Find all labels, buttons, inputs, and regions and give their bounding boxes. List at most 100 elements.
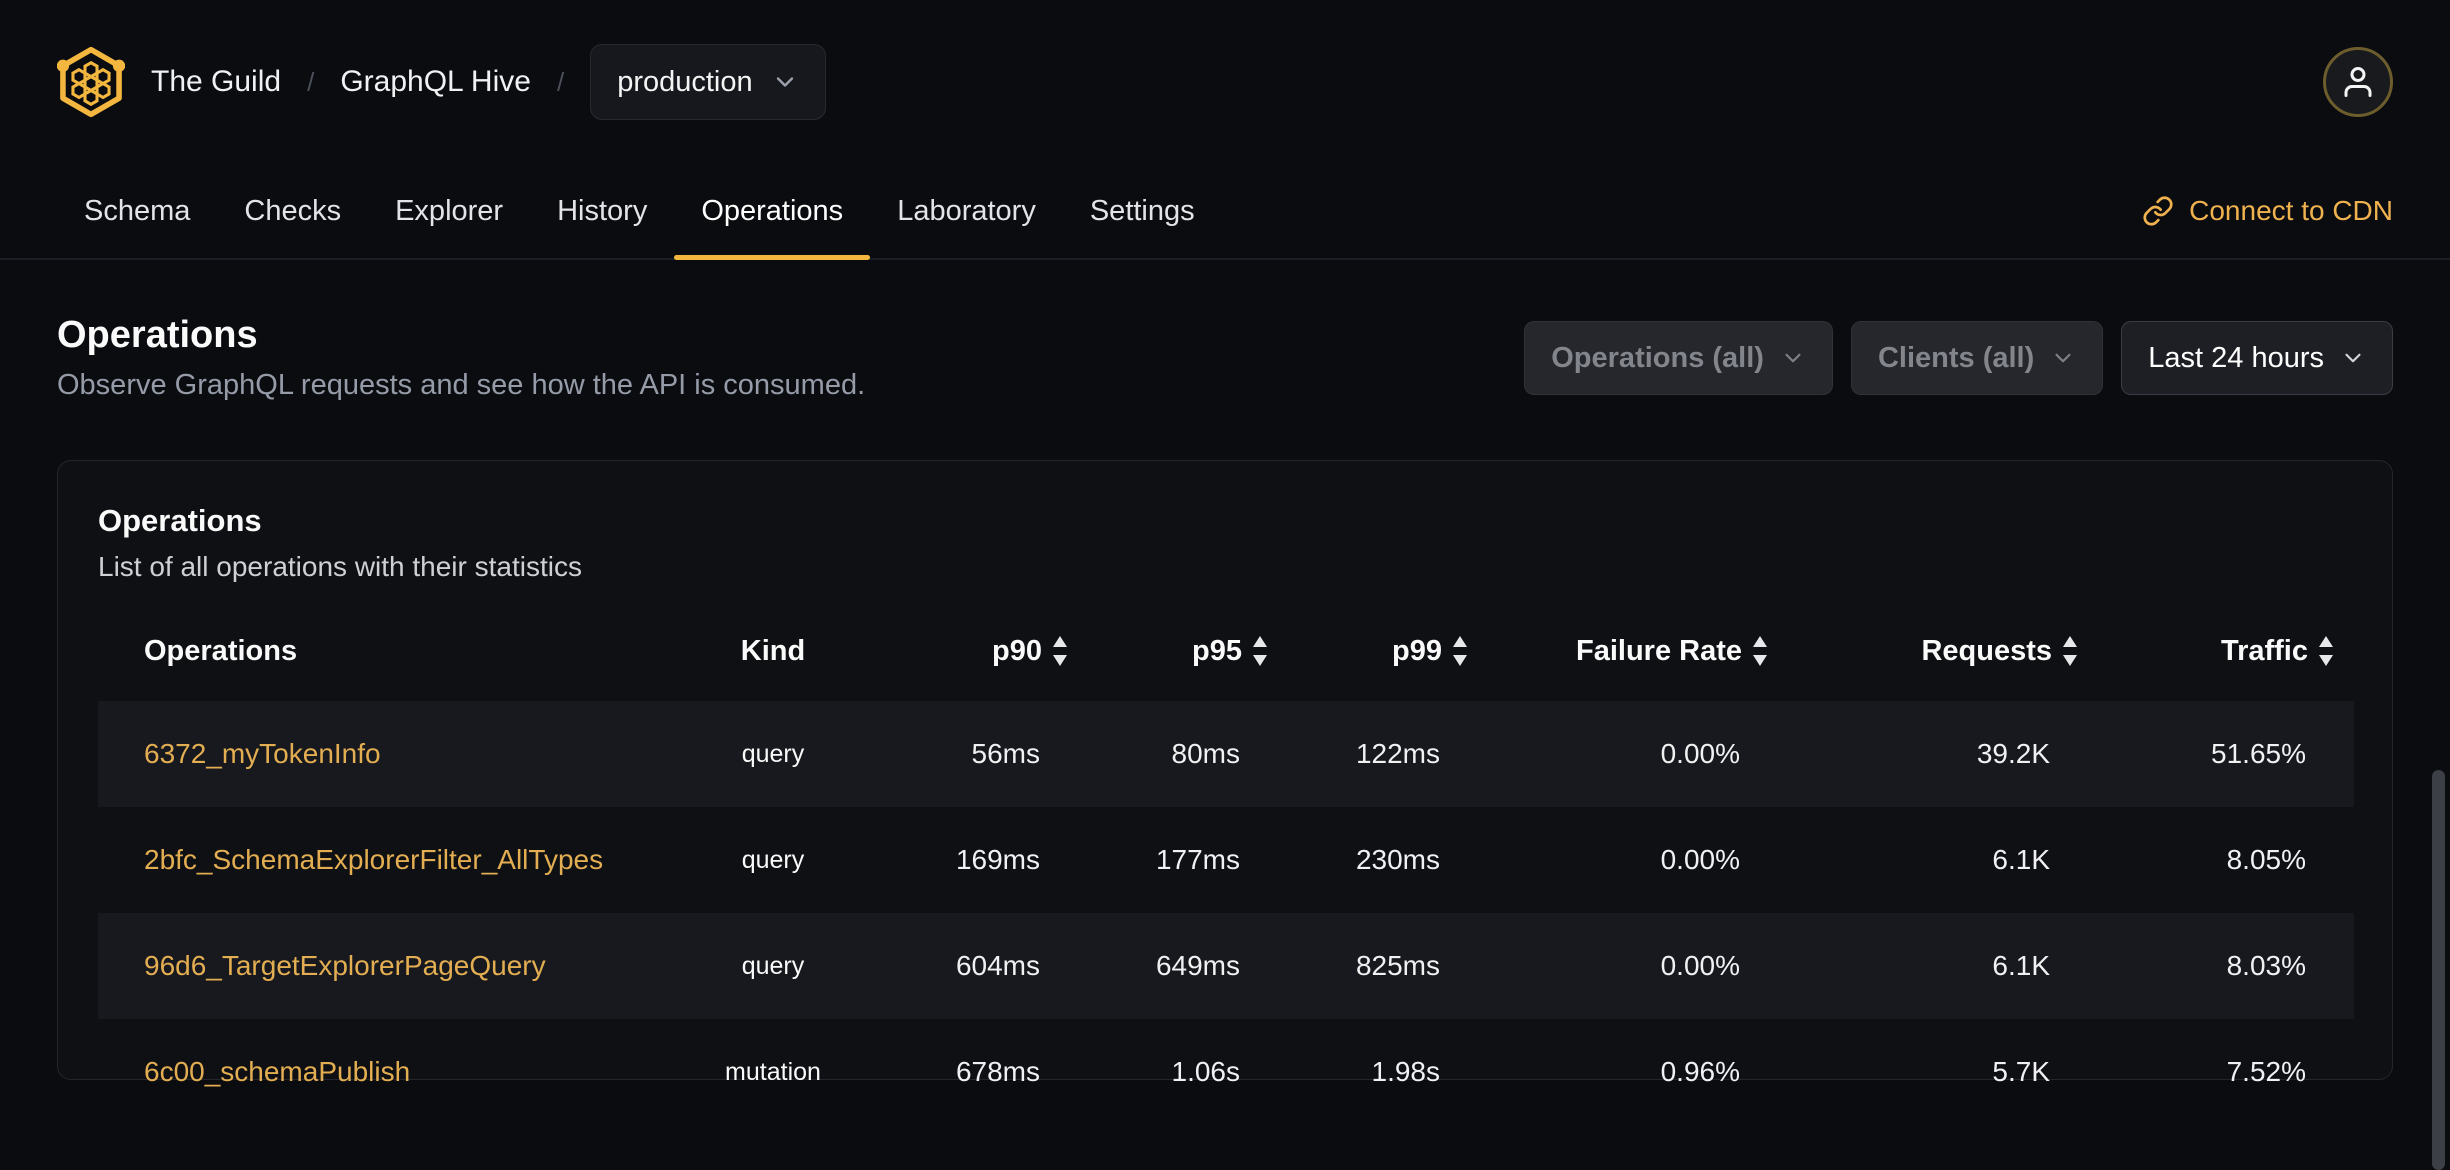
user-icon <box>2344 67 2372 97</box>
cell-p95: 1.06s <box>1171 1056 1241 1087</box>
operation-link[interactable]: 6372_myTokenInfo <box>144 738 381 769</box>
target-selector-dropdown[interactable]: production <box>590 44 826 120</box>
breadcrumb-separator: / <box>556 66 565 97</box>
chevron-down-icon <box>1785 353 1801 363</box>
sort-arrows-icon <box>2063 636 2077 666</box>
table-row: 96d6_TargetExplorerPageQuery query 604ms 64… <box>98 913 2354 1019</box>
cell-operations: 6372_myTokenInfo <box>98 701 658 807</box>
column-header-p90[interactable]: p90 <box>888 601 1088 701</box>
cell-kind: mutation <box>725 1057 821 1086</box>
page-subtitle: Observe GraphQL requests and see how the… <box>57 369 866 401</box>
cell-operations: 2bfc_SchemaExplorerFilter_AllTypes <box>98 807 658 913</box>
filter-clients-all: Clients (all) <box>1850 321 2104 395</box>
connect-to-cdn-link[interactable]: Connect to CDN <box>2142 164 2393 258</box>
connect-to-cdn-label: Connect to CDN <box>2189 195 2393 226</box>
page-title: Operations <box>57 314 258 356</box>
operations-card: Operations List of all operations with t… <box>57 460 2393 1087</box>
filter-last-24-hours[interactable]: Last 24 hours <box>2121 321 2393 395</box>
target-nav: Schema Checks Explorer History Operations Lab… <box>0 164 2450 260</box>
column-label: Operations <box>144 634 298 667</box>
top-bar: The Guild / GraphQL Hive / production <box>0 0 2450 164</box>
column-header-traffic[interactable]: Traffic <box>2098 601 2354 701</box>
chevron-down-icon <box>2055 353 2071 363</box>
cell-operations: 96d6_TargetExplorerPageQuery <box>98 913 658 1019</box>
link-icon <box>2143 196 2173 226</box>
column-label: p99 <box>1392 634 1442 667</box>
cell-failure-rate: 0.96% <box>1660 1056 1740 1087</box>
filter-operations-all: Operations (all) <box>1524 321 1833 395</box>
column-label: p90 <box>992 634 1042 667</box>
cell-failure-rate: 0.00% <box>1660 950 1740 981</box>
cell-requests: 5.7K <box>1992 1056 2050 1087</box>
cell-traffic: 7.52% <box>2226 1056 2306 1087</box>
card-title: Operations <box>98 503 262 538</box>
tab-laboratory[interactable]: Laboratory <box>870 164 1063 258</box>
hive-logo-icon[interactable] <box>57 45 125 119</box>
tab-schema[interactable]: Schema <box>57 164 217 258</box>
cell-traffic: 8.05% <box>2226 844 2306 875</box>
sort-arrows-icon <box>2319 636 2333 666</box>
column-header-operations: Operations <box>98 601 658 701</box>
cell-p95: 177ms <box>1155 844 1240 875</box>
chevron-down-icon <box>776 77 793 87</box>
tab-history[interactable]: History <box>530 164 674 258</box>
cell-p99: 122ms <box>1355 738 1440 769</box>
table-header-row: Operations Kind p90 p95 p99 Failure Rate Reque… <box>98 601 2354 701</box>
cell-p99: 230ms <box>1355 844 1440 875</box>
page-scrollbar-thumb[interactable] <box>2432 770 2445 1170</box>
chevron-down-icon <box>2345 353 2361 363</box>
page-header: Operations Observe GraphQL requests and … <box>57 314 2393 402</box>
cell-traffic: 51.65% <box>2211 738 2306 769</box>
cell-p90: 169ms <box>955 844 1040 875</box>
tab-operations[interactable]: Operations <box>674 164 871 260</box>
cell-p95: 80ms <box>1171 738 1240 769</box>
cell-p95: 649ms <box>1155 950 1240 981</box>
tab-checks[interactable]: Checks <box>217 164 368 258</box>
column-label: p95 <box>1192 634 1242 667</box>
column-header-kind: Kind <box>658 601 888 701</box>
card-subtitle: List of all operations with their statis… <box>98 551 582 582</box>
column-label: Traffic <box>2220 634 2308 667</box>
cell-traffic: 8.03% <box>2226 950 2306 981</box>
user-avatar-button[interactable] <box>2323 47 2393 117</box>
filter-bar: Operations (all) Clients (all) Last 24 hou… <box>1524 321 2393 395</box>
breadcrumb-org[interactable]: The Guild <box>151 65 281 99</box>
breadcrumb: The Guild / GraphQL Hive / production <box>151 44 826 120</box>
cell-p99: 1.98s <box>1371 1056 1441 1087</box>
cell-failure-rate: 0.00% <box>1660 738 1740 769</box>
cell-kind: query <box>741 951 805 980</box>
tab-explorer[interactable]: Explorer <box>368 164 530 258</box>
sort-arrows-icon <box>1253 636 1267 666</box>
cell-p90: 604ms <box>955 950 1040 981</box>
cell-operations: 6c00_schemaPublish <box>98 1019 658 1125</box>
column-header-p99[interactable]: p99 <box>1288 601 1488 701</box>
column-label: Requests <box>1921 634 2052 667</box>
target-selector-value: production <box>617 65 753 98</box>
cell-kind: query <box>741 739 805 768</box>
column-header-p95[interactable]: p95 <box>1088 601 1288 701</box>
main-content: Operations Observe GraphQL requests and … <box>0 314 2450 1087</box>
cell-requests: 6.1K <box>1992 950 2050 981</box>
tab-settings[interactable]: Settings <box>1063 164 1222 258</box>
filter-label: Clients (all) <box>1877 341 2035 374</box>
operations-table: Operations Kind p90 p95 p99 Failure Rate Reque… <box>98 601 2354 1125</box>
operation-link[interactable]: 2bfc_SchemaExplorerFilter_AllTypes <box>144 844 603 875</box>
column-label: Kind <box>740 634 806 667</box>
filter-label: Operations (all) <box>1551 341 1764 374</box>
filter-label: Last 24 hours <box>2148 341 2324 374</box>
breadcrumb-project[interactable]: GraphQL Hive <box>340 65 531 99</box>
column-header-failure-rate[interactable]: Failure Rate <box>1488 601 1788 701</box>
table-row: 2bfc_SchemaExplorerFilter_AllTypes query 1… <box>98 807 2354 913</box>
cell-p90: 678ms <box>955 1056 1040 1087</box>
operation-link[interactable]: 6c00_schemaPublish <box>144 1056 410 1087</box>
table-row: 6372_myTokenInfo query 56ms 80ms 122ms 0.00% 3… <box>98 701 2354 807</box>
column-header-requests[interactable]: Requests <box>1788 601 2098 701</box>
sort-arrows-icon <box>1053 636 1067 666</box>
operation-link[interactable]: 96d6_TargetExplorerPageQuery <box>144 950 546 981</box>
breadcrumb-separator: / <box>307 66 315 97</box>
cell-requests: 6.1K <box>1992 844 2050 875</box>
table-row: 6c00_schemaPublish mutation 678ms 1.06s 1.98… <box>98 1019 2354 1125</box>
sort-arrows-icon <box>1453 636 1467 666</box>
cell-p99: 825ms <box>1355 950 1440 981</box>
sort-arrows-icon <box>1753 636 1767 666</box>
